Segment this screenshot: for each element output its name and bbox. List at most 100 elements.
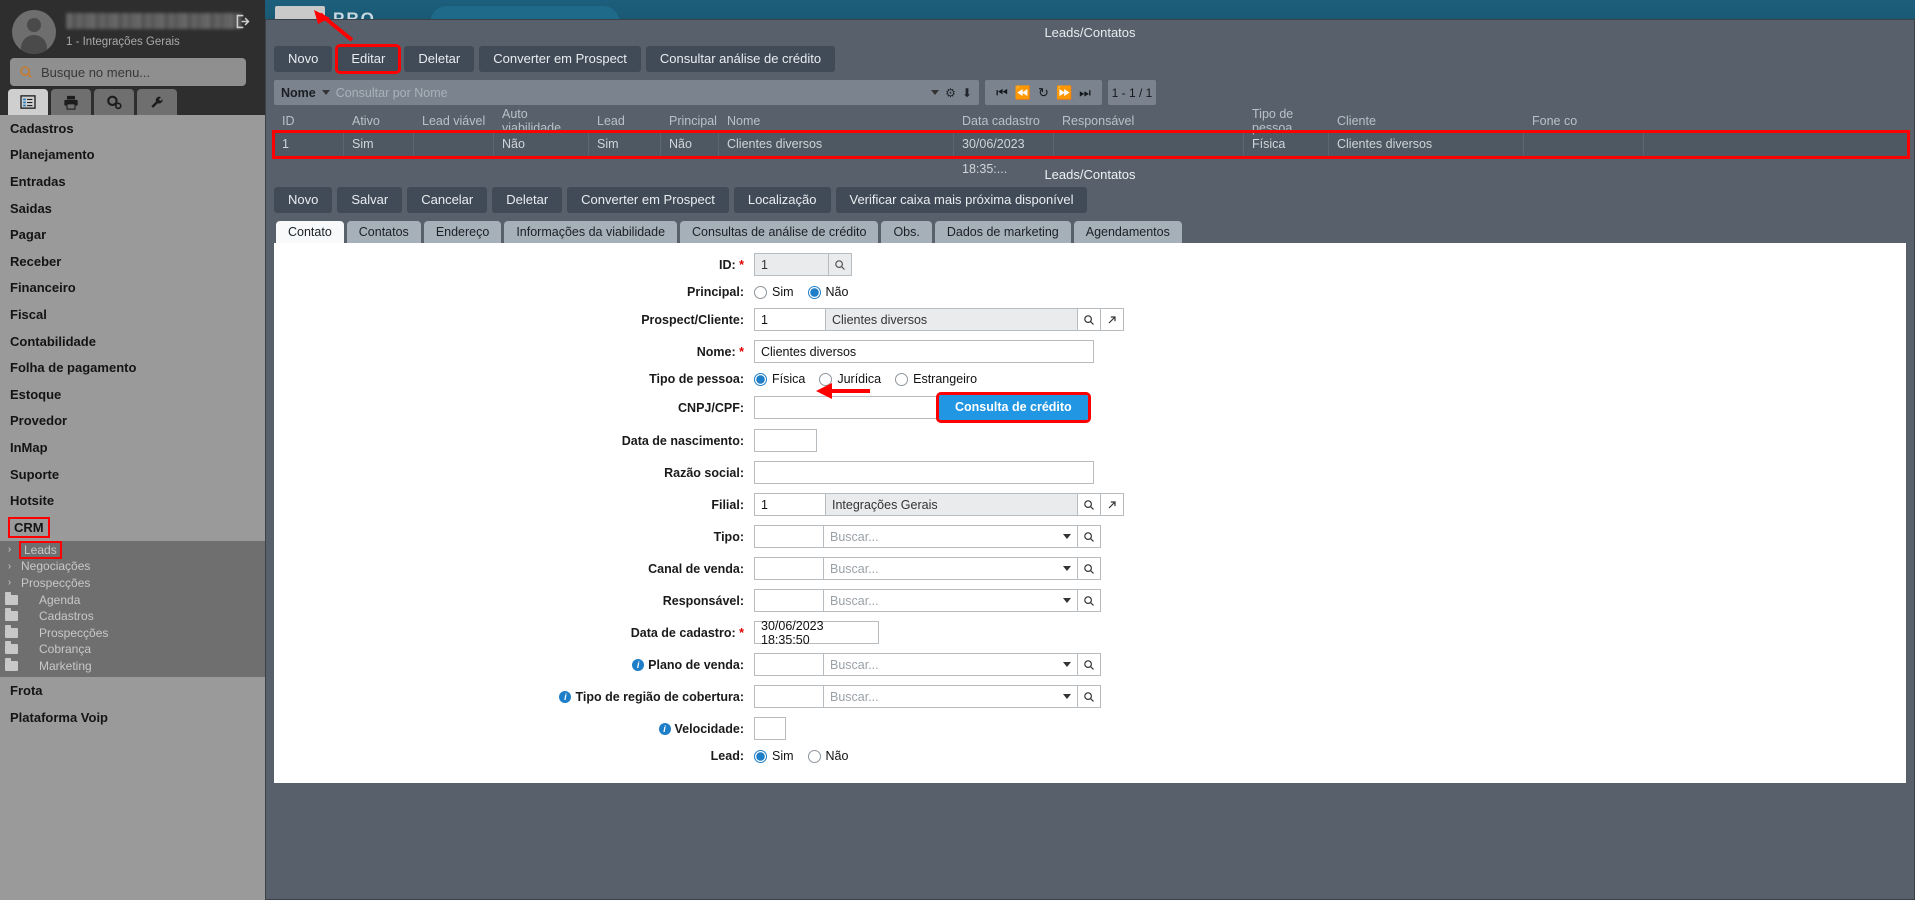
column-header-principal[interactable]: Principal — [661, 114, 719, 128]
chevron-down-icon[interactable] — [1063, 662, 1071, 667]
editar-button[interactable]: Editar — [335, 44, 402, 74]
column-header-responsavel[interactable]: Responsável — [1054, 114, 1244, 128]
tab-contato[interactable]: Contato — [276, 221, 344, 243]
column-header-tipo-de-pessoa[interactable]: Tipo de pessoa — [1244, 107, 1329, 135]
lead-option-sim[interactable]: Sim — [754, 749, 794, 763]
principal-option-nao[interactable]: Não — [807, 285, 848, 299]
tipo-regiao-search-icon[interactable] — [1077, 685, 1101, 708]
novo-button[interactable]: Novo — [274, 46, 333, 72]
velocidade-field[interactable] — [754, 717, 786, 740]
refresh-icon[interactable]: ↻ — [1038, 85, 1049, 101]
chevron-down-icon[interactable] — [1063, 694, 1071, 699]
filial-code-field[interactable]: 1 — [754, 493, 826, 516]
tab-informacoes-da-viabilidade[interactable]: Informações da viabilidade — [504, 221, 678, 243]
search-field-selector[interactable]: Nome — [281, 86, 316, 100]
chevron-down-icon[interactable] — [1063, 566, 1071, 571]
tipo-pessoa-option-fisica[interactable]: Física — [754, 372, 805, 386]
sidebar-item-cadastros-crm[interactable]: Cadastros — [0, 608, 265, 625]
column-header-cliente[interactable]: Cliente — [1329, 114, 1524, 128]
prospect-cliente-code-field[interactable]: 1 — [754, 308, 826, 331]
prospect-cliente-search-icon[interactable] — [1077, 308, 1101, 331]
sidebar-item-receber[interactable]: Receber — [0, 248, 265, 275]
deletar-button[interactable]: Deletar — [404, 46, 475, 72]
canal-venda-search-icon[interactable] — [1077, 557, 1101, 580]
column-header-data-cadastro[interactable]: Data cadastro — [954, 114, 1054, 128]
razao-social-field[interactable] — [754, 461, 1094, 484]
sidebar-item-list-tab[interactable] — [8, 89, 48, 115]
tab-contatos[interactable]: Contatos — [346, 221, 421, 243]
sidebar-item-hotsite[interactable]: Hotsite — [0, 487, 265, 514]
sidebar-item-provedor[interactable]: Provedor — [0, 408, 265, 435]
plano-venda-select[interactable]: Buscar... — [823, 653, 1078, 676]
table-row[interactable]: 1 Sim Não Sim Não Clientes diversos 30/0… — [272, 130, 1910, 176]
column-header-auto-viabilidade[interactable]: Auto viabilidade — [494, 107, 589, 135]
sidebar-item-cadastros[interactable]: Cadastros — [0, 115, 265, 142]
id-field[interactable]: 1 — [754, 253, 829, 276]
form-deletar-button[interactable]: Deletar — [492, 187, 563, 213]
download-icon[interactable]: ⬇ — [962, 86, 972, 100]
tab-consultas-de-analise-de-credito[interactable]: Consultas de análise de crédito — [680, 221, 879, 243]
consultar-analise-de-credito-button[interactable]: Consultar análise de crédito — [645, 46, 836, 72]
info-icon[interactable]: i — [632, 658, 645, 671]
sidebar-item-print-tab[interactable] — [51, 89, 91, 115]
sidebar-item-financeiro[interactable]: Financeiro — [0, 275, 265, 302]
tipo-select[interactable]: Buscar... — [823, 525, 1078, 548]
column-header-nome[interactable]: Nome — [719, 114, 954, 128]
sidebar-item-estoque[interactable]: Estoque — [0, 381, 265, 408]
column-header-fone[interactable]: Fone co — [1524, 114, 1644, 128]
responsavel-search-icon[interactable] — [1077, 589, 1101, 612]
column-header-id[interactable]: ID — [274, 114, 344, 128]
lead-option-nao[interactable]: Não — [807, 749, 848, 763]
sidebar-item-prospeccoes[interactable]: › Prospecções — [0, 575, 265, 592]
tipo-search-icon[interactable] — [1077, 525, 1101, 548]
tipo-regiao-select[interactable]: Buscar... — [823, 685, 1078, 708]
tipo-pessoa-option-juridica[interactable]: Jurídica — [819, 372, 881, 386]
data-nascimento-field[interactable] — [754, 429, 817, 452]
sidebar-item-tools-tab[interactable] — [137, 89, 177, 115]
form-novo-button[interactable]: Novo — [274, 187, 333, 213]
column-header-ativo[interactable]: Ativo — [344, 114, 414, 128]
plano-venda-search-icon[interactable] — [1077, 653, 1101, 676]
principal-option-sim[interactable]: Sim — [754, 285, 794, 299]
plano-venda-code-field[interactable] — [754, 653, 824, 676]
responsavel-select[interactable]: Buscar... — [823, 589, 1078, 612]
id-search-icon[interactable] — [828, 253, 852, 276]
salvar-button[interactable]: Salvar — [337, 187, 403, 213]
sidebar-item-negociacoes[interactable]: › Negociações — [0, 558, 265, 575]
consulta-de-credito-button[interactable]: Consulta de crédito — [936, 392, 1091, 423]
next-page-icon[interactable]: ⏩ — [1056, 85, 1072, 101]
filial-open-icon[interactable] — [1100, 493, 1124, 516]
info-icon[interactable]: i — [559, 690, 572, 703]
sidebar-item-agenda[interactable]: Agenda — [0, 591, 265, 608]
data-cadastro-field[interactable]: 30/06/2023 18:35:50 — [754, 619, 879, 647]
cnpj-cpf-field[interactable] — [754, 396, 939, 419]
sidebar-item-prospeccoes-folder[interactable]: Prospecções — [0, 624, 265, 641]
tab-dados-de-marketing[interactable]: Dados de marketing — [934, 221, 1071, 243]
sidebar-item-entradas[interactable]: Entradas — [0, 168, 265, 195]
converter-em-prospect-button[interactable]: Converter em Prospect — [479, 46, 641, 72]
sidebar-item-inmap[interactable]: InMap — [0, 434, 265, 461]
sidebar-item-suporte[interactable]: Suporte — [0, 461, 265, 488]
chevron-down-icon-right[interactable] — [931, 90, 940, 95]
first-page-icon[interactable]: ⏮ — [996, 85, 1008, 101]
tab-endereco[interactable]: Endereço — [423, 221, 502, 243]
last-page-icon[interactable]: ⏭ — [1079, 85, 1091, 101]
tab-agendamentos[interactable]: Agendamentos — [1073, 221, 1182, 243]
sidebar-item-planejamento[interactable]: Planejamento — [0, 142, 265, 169]
sidebar-item-pagar[interactable]: Pagar — [0, 221, 265, 248]
prospect-cliente-open-icon[interactable] — [1100, 308, 1124, 331]
sidebar-item-plataforma-voip[interactable]: Plataforma Voip — [0, 704, 265, 731]
sidebar-item-fiscal[interactable]: Fiscal — [0, 301, 265, 328]
sidebar-item-leads[interactable]: › Leads — [0, 540, 265, 559]
canal-venda-select[interactable]: Buscar... — [823, 557, 1078, 580]
sidebar-item-crm[interactable]: CRM — [0, 514, 265, 541]
sidebar-item-settings-tab[interactable] — [94, 89, 134, 115]
tab-obs[interactable]: Obs. — [881, 221, 932, 243]
prev-page-icon[interactable]: ⏪ — [1015, 85, 1031, 101]
nome-field[interactable]: Clientes diversos — [754, 340, 1094, 363]
sidebar-item-contabilidade[interactable]: Contabilidade — [0, 328, 265, 355]
list-search-box[interactable]: Nome Consultar por Nome ⚙ ⬇ — [274, 80, 979, 105]
sidebar-item-cobranca[interactable]: Cobrança — [0, 641, 265, 658]
responsavel-code-field[interactable] — [754, 589, 824, 612]
chevron-down-icon[interactable] — [1063, 534, 1071, 539]
